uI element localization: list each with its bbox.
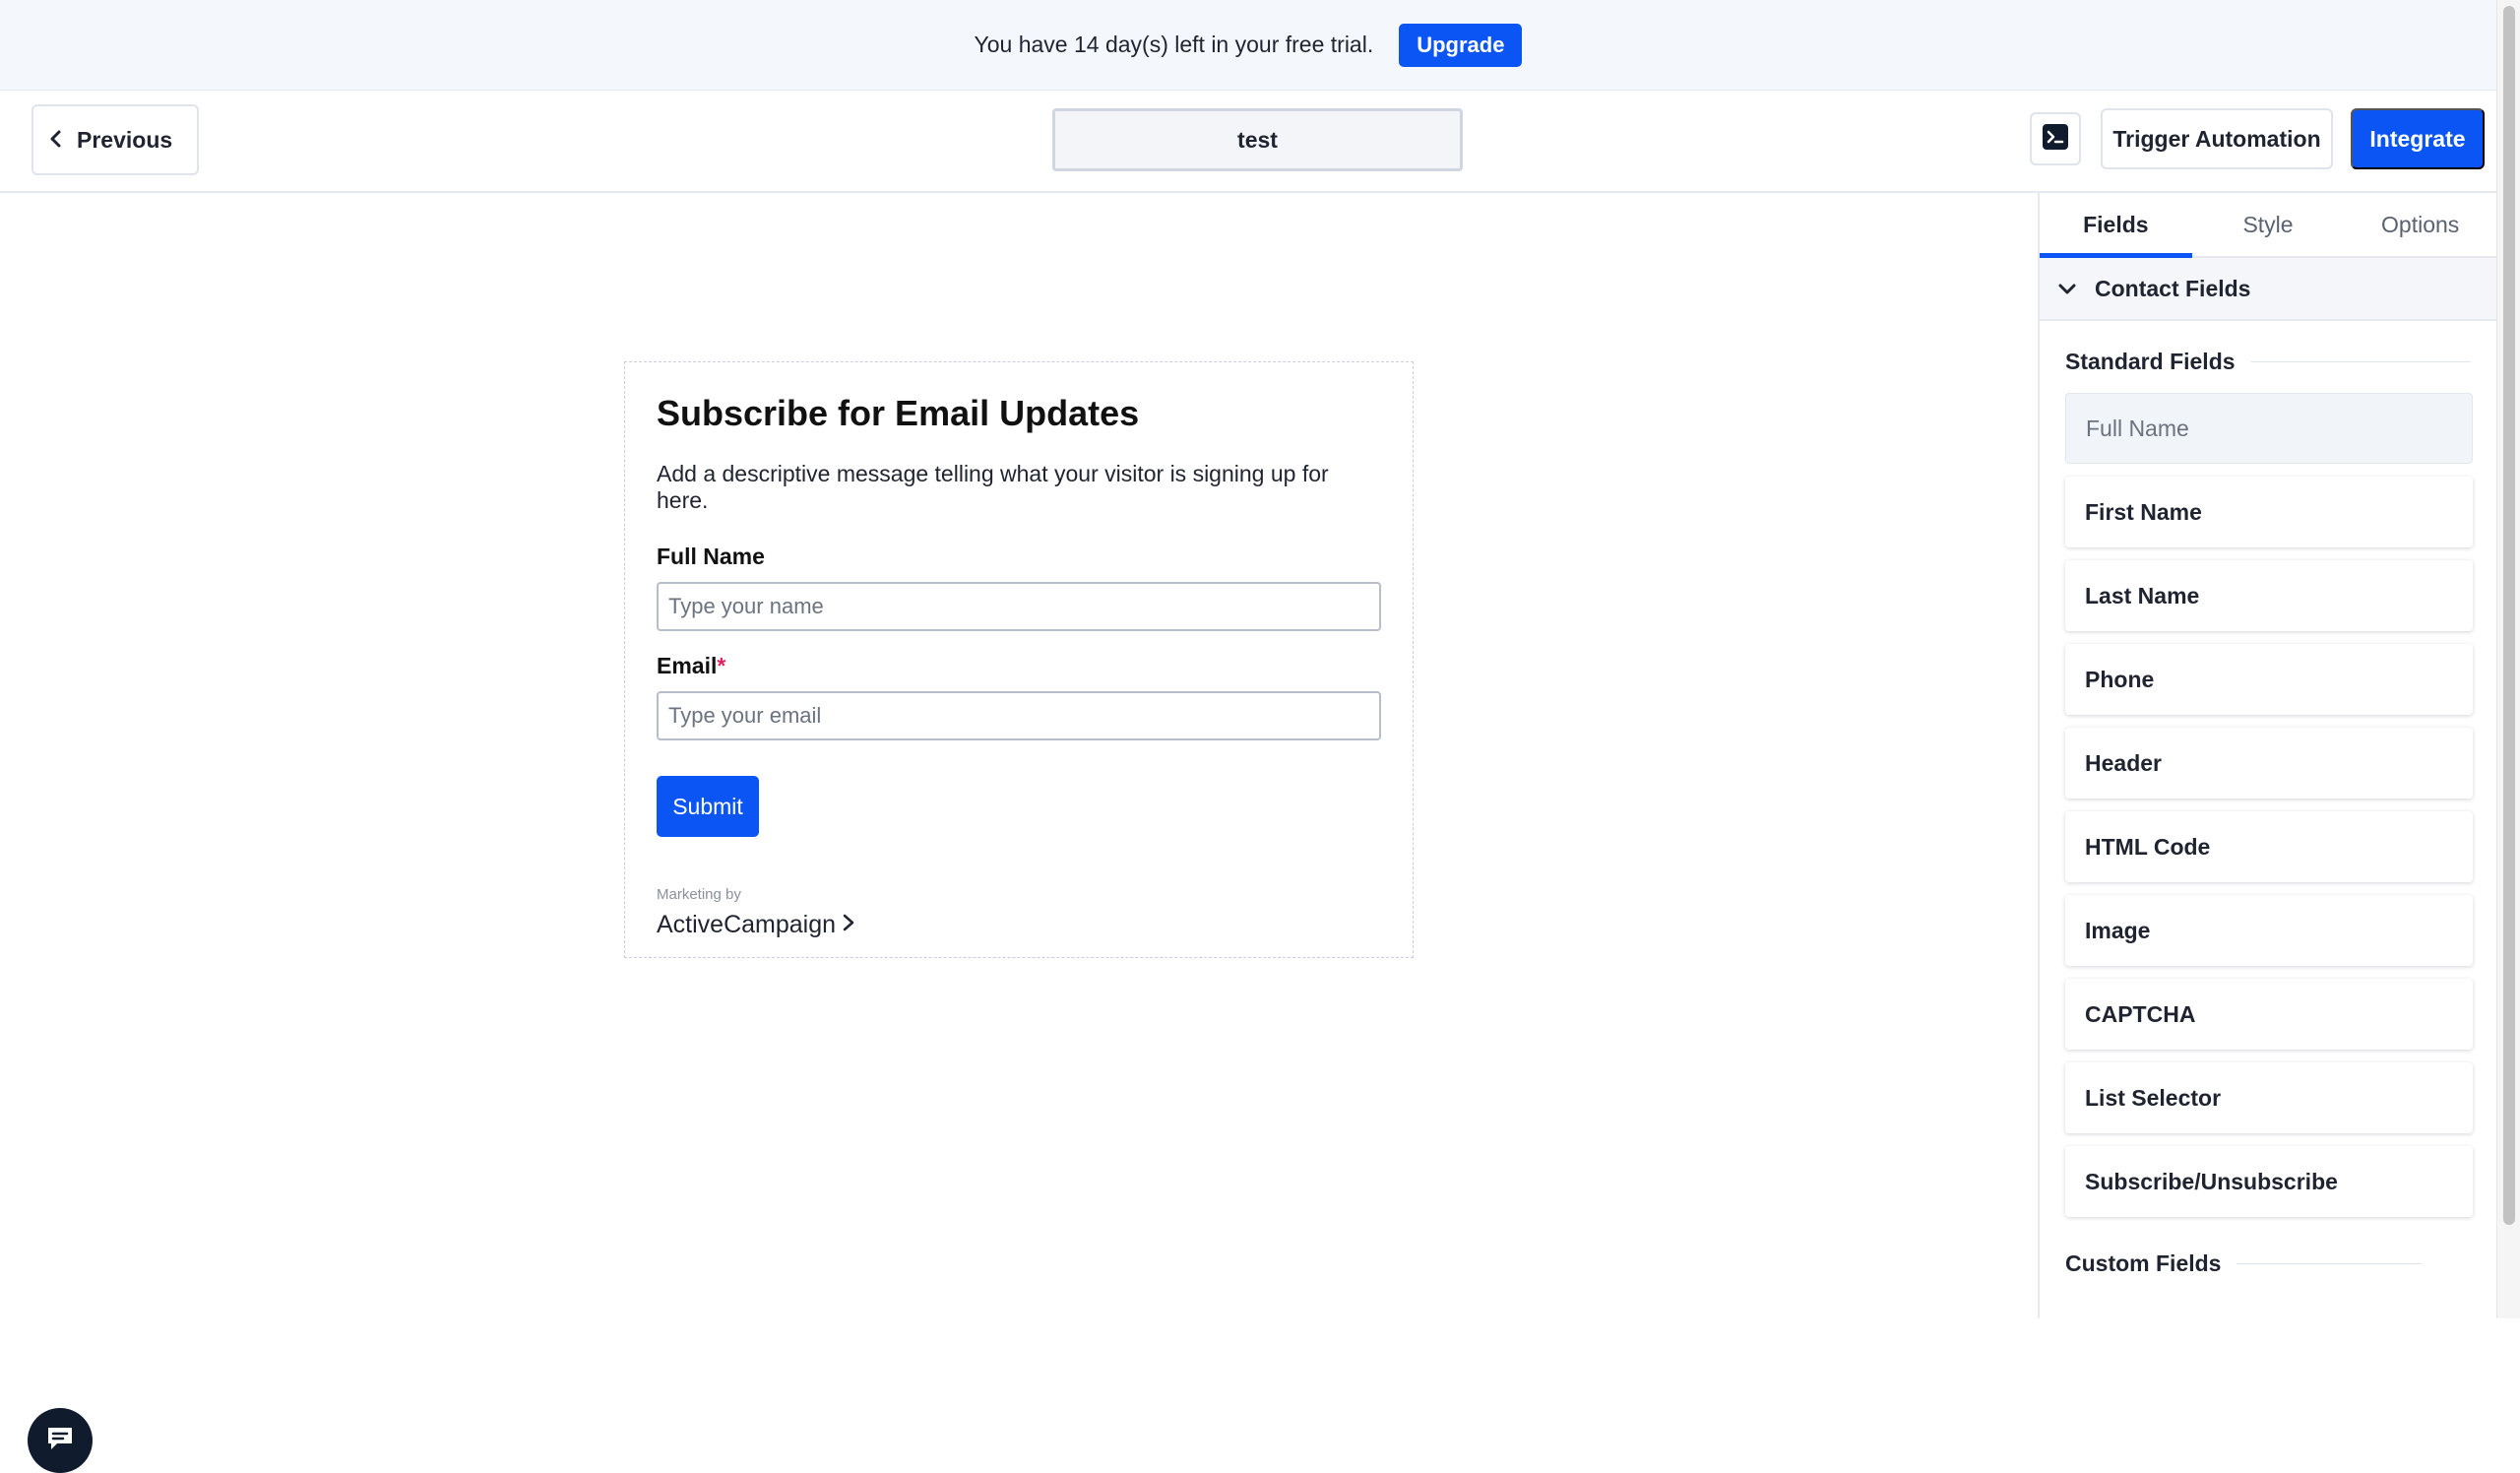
integrate-button[interactable]: Integrate (2351, 108, 2485, 169)
chat-button[interactable] (28, 1408, 93, 1473)
form-preview[interactable]: Subscribe for Email Updates Add a descri… (624, 361, 1414, 958)
field-item-list-selector[interactable]: List Selector (2065, 1062, 2473, 1133)
terminal-icon (2042, 123, 2069, 156)
email-label: Email* (657, 653, 1381, 679)
previous-button[interactable]: Previous (32, 104, 199, 175)
contact-fields-section[interactable]: Contact Fields (2040, 258, 2496, 321)
custom-fields-title: Custom Fields (2065, 1250, 2222, 1276)
submit-button[interactable]: Submit (657, 776, 759, 837)
field-item-image[interactable]: Image (2065, 895, 2473, 966)
field-item-subscribe-unsubscribe[interactable]: Subscribe/Unsubscribe (2065, 1146, 2473, 1217)
activecampaign-link[interactable]: ActiveCampaign (657, 911, 1381, 939)
chevron-left-icon (49, 127, 63, 154)
form-title[interactable]: Subscribe for Email Updates (657, 396, 1381, 431)
field-item-phone[interactable]: Phone (2065, 644, 2473, 715)
previous-label: Previous (77, 126, 173, 153)
field-item-captcha[interactable]: CAPTCHA (2065, 979, 2473, 1050)
email-input[interactable]: Type your email (657, 691, 1381, 740)
section-title: Contact Fields (2095, 275, 2251, 301)
fields-panel: Fields Style Options Contact Fields Stan… (2038, 193, 2496, 1318)
chevron-down-icon (2057, 276, 2077, 302)
field-item-html-code[interactable]: HTML Code (2065, 811, 2473, 882)
panel-tabs: Fields Style Options (2040, 193, 2496, 258)
standard-fields-title: Standard Fields (2065, 349, 2236, 374)
divider (2236, 1263, 2422, 1264)
field-item-header[interactable]: Header (2065, 728, 2473, 799)
chevron-right-icon (842, 911, 855, 939)
tab-fields[interactable]: Fields (2040, 193, 2192, 258)
trial-banner: You have 14 day(s) left in your free tri… (0, 0, 2496, 91)
chat-icon (45, 1425, 75, 1457)
required-asterisk: * (717, 653, 726, 678)
form-name-field[interactable]: test (1052, 108, 1463, 171)
field-item-last-name[interactable]: Last Name (2065, 560, 2473, 631)
scrollbar-thumb[interactable] (2503, 6, 2515, 1225)
page-scrollbar[interactable] (2496, 0, 2520, 1318)
form-canvas: Subscribe for Email Updates Add a descri… (0, 193, 2038, 1473)
activecampaign-brand: ActiveCampaign (657, 911, 837, 938)
console-button[interactable] (2030, 112, 2081, 165)
field-item-first-name[interactable]: First Name (2065, 477, 2473, 547)
email-label-text: Email (657, 653, 718, 678)
top-toolbar: Previous test Trigger Automation Integra… (0, 91, 2496, 193)
custom-fields-heading: Custom Fields (2065, 1250, 2422, 1277)
trial-message: You have 14 day(s) left in your free tri… (974, 32, 1374, 57)
tab-options[interactable]: Options (2344, 193, 2496, 256)
full-name-input[interactable]: Type your name (657, 582, 1381, 631)
standard-fields-list: Full Name First Name Last Name Phone Hea… (2065, 393, 2473, 1217)
field-item-full-name: Full Name (2065, 393, 2473, 464)
trigger-automation-button[interactable]: Trigger Automation (2101, 108, 2333, 169)
upgrade-button[interactable]: Upgrade (1399, 23, 1523, 67)
full-name-label-text: Full Name (657, 544, 765, 569)
full-name-label: Full Name (657, 544, 1381, 570)
divider (2250, 361, 2471, 362)
form-description[interactable]: Add a descriptive message telling what y… (657, 461, 1381, 514)
marketing-by-text: Marketing by (657, 886, 741, 903)
tab-style[interactable]: Style (2192, 193, 2345, 256)
standard-fields-heading: Standard Fields (2065, 349, 2471, 375)
